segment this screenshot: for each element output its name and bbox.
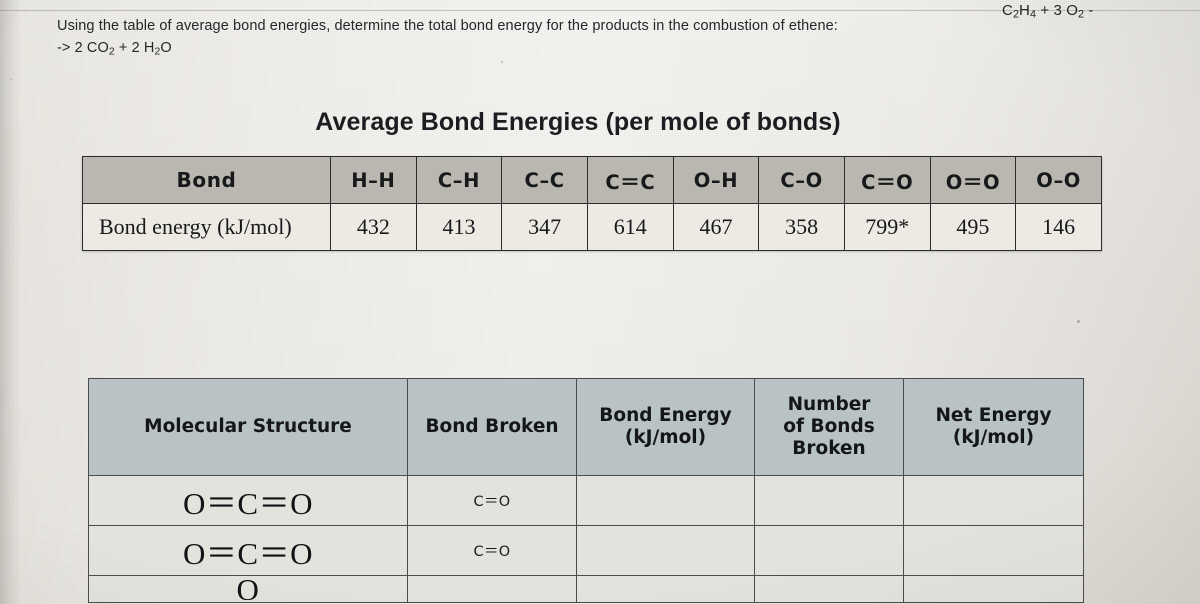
average-bond-energies-table: Bond H–H C–H C–C C＝C O–H C–O C＝O O＝O O–O… (82, 156, 1102, 251)
header-number-line2: of Bonds (783, 416, 875, 438)
energy-cell-oo: 146 (1015, 203, 1102, 251)
products-joiner: + 2 H (114, 40, 155, 56)
energy-cell-cc: 347 (501, 203, 588, 251)
question-prompt-line-2: -> 2 CO2 + 2 H2O (57, 40, 172, 57)
work-table-header-row: Molecular Structure Bond Broken Bond Ene… (88, 378, 1084, 476)
energy-cell-odo: 495 (929, 203, 1017, 251)
header-net-energy-line1: Net Energy (935, 405, 1052, 427)
table-row: O＝C＝O C＝O (88, 525, 1084, 576)
table-row: O (88, 575, 1084, 603)
worksheet-page: Using the table of average bond energies… (0, 0, 1200, 604)
eq-hydrogen: H (1019, 2, 1030, 19)
energy-cell-hh: 432 (330, 203, 417, 251)
eq-plus: + 3 (1036, 2, 1067, 19)
row-2-number-of-bonds-input[interactable] (754, 525, 904, 576)
row-3-net-energy-input[interactable] (903, 575, 1084, 603)
header-number-line3: Broken (792, 437, 866, 459)
row-3-bond-broken (407, 575, 577, 603)
row-3-bond-energy-input[interactable] (576, 575, 755, 603)
bond-cell-hh: H–H (330, 156, 417, 204)
table-row: O＝C＝O C＝O (88, 475, 1084, 526)
question-prompt-line-1: Using the table of average bond energies… (57, 18, 838, 34)
bond-cell-cdo: C＝O (843, 156, 931, 204)
bond-table-energy-row: Bond energy (kJ/mol) 432 413 347 614 467… (82, 203, 1102, 251)
reaction-arrow: -> (57, 40, 71, 56)
header-molecular-structure: Molecular Structure (88, 378, 408, 476)
reaction-equation-top-right: C2H4 + 3 O2 - (1002, 2, 1093, 20)
bond-breaking-worksheet-table: Molecular Structure Bond Broken Bond Ene… (88, 378, 1084, 603)
h2o-oxygen: O (160, 40, 172, 56)
product-co2-formula: 2 CO (74, 40, 109, 56)
eq-oxygen: O (1066, 2, 1078, 19)
header-bond-energy-line2: (kJ/mol) (624, 427, 707, 448)
header-number-of-bonds-broken: Number of Bonds Broken (754, 378, 904, 476)
header-net-energy: Net Energy (kJ/mol) (903, 378, 1084, 476)
bond-cell-co: C–O (758, 156, 845, 204)
bond-table-row-label-bond: Bond (82, 156, 331, 204)
header-bond-broken: Bond Broken (407, 378, 577, 476)
bond-cell-odo: O＝O (929, 156, 1017, 204)
row-2-molecular-structure: O＝C＝O (88, 525, 408, 576)
bond-cell-cdc: C＝C (586, 156, 674, 204)
energy-cell-ch: 413 (415, 203, 503, 251)
row-3-structure-text: O (236, 578, 260, 600)
row-2-bond-energy-input[interactable] (576, 525, 755, 576)
paper-speck (501, 61, 503, 63)
bond-table-header-row: Bond H–H C–H C–C C＝C O–H C–O C＝O O＝O O–O (82, 156, 1102, 204)
energy-cell-cdo: 799* (843, 203, 931, 251)
eq-trailing-dash: - (1084, 2, 1094, 19)
row-1-bond-broken: C＝O (407, 475, 577, 526)
bond-cell-ch: C–H (415, 156, 503, 204)
row-1-molecular-structure: O＝C＝O (88, 475, 408, 526)
row-3-molecular-structure: O (88, 575, 408, 603)
row-2-net-energy-input[interactable] (903, 525, 1084, 576)
energy-cell-co: 358 (758, 203, 845, 251)
header-number-line1: Number (787, 394, 871, 416)
eq-carbon: C (1002, 2, 1013, 19)
bond-cell-cc: C–C (501, 156, 588, 204)
row-2-bond-broken: C＝O (407, 525, 577, 576)
bond-table-row-label-energy: Bond energy (kJ/mol) (82, 203, 331, 251)
paper-speck (1077, 320, 1080, 323)
row-1-number-of-bonds-input[interactable] (754, 475, 904, 526)
header-bond-energy: Bond Energy (kJ/mol) (576, 378, 755, 476)
bond-cell-oh: O–H (672, 156, 760, 204)
header-net-energy-line2: (kJ/mol) (952, 427, 1035, 448)
row-1-net-energy-input[interactable] (903, 475, 1084, 526)
row-1-bond-energy-input[interactable] (576, 475, 755, 526)
row-3-number-of-bonds-input[interactable] (754, 575, 904, 603)
page-left-seam (0, 0, 22, 604)
header-bond-energy-line1: Bond Energy (599, 405, 732, 427)
bond-energies-title: Average Bond Energies (per mole of bonds… (315, 108, 841, 136)
bond-cell-oo: O–O (1015, 156, 1102, 204)
paper-speck (10, 78, 12, 80)
energy-cell-cdc: 614 (586, 203, 674, 251)
product-co2-text: 2 CO2 + 2 H2O (74, 40, 172, 57)
energy-cell-oh: 467 (672, 203, 760, 251)
